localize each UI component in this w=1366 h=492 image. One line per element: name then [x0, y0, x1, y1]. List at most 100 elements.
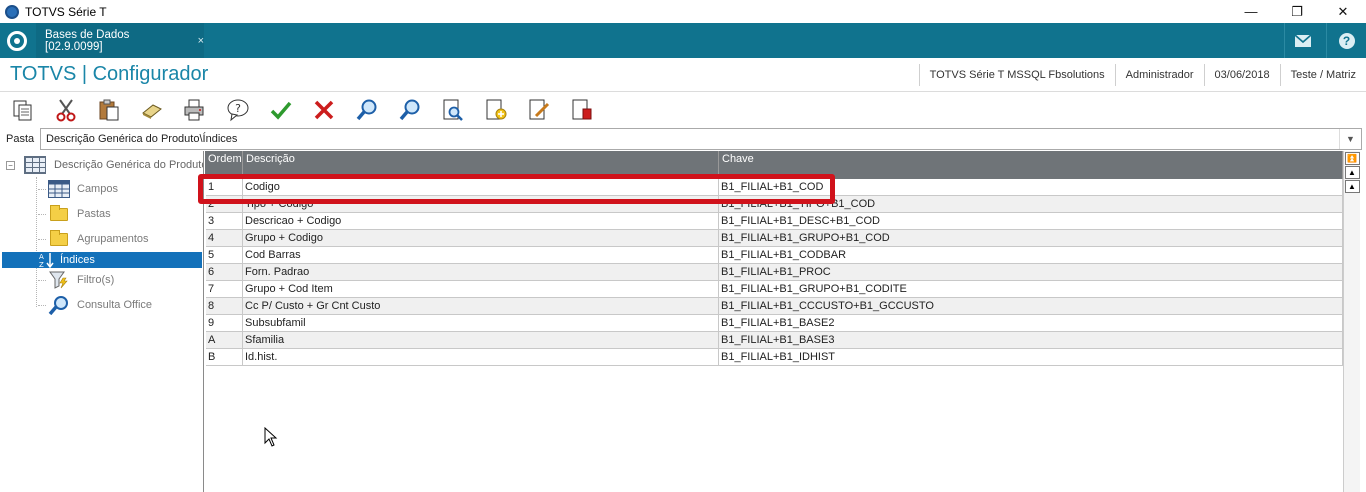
paste-icon	[99, 99, 119, 120]
edit-button[interactable]	[526, 97, 552, 123]
cut-icon	[56, 98, 76, 121]
minimize-button[interactable]: —	[1228, 0, 1274, 23]
tree-item-filtros[interactable]: Filtro(s)	[38, 269, 114, 291]
mouse-cursor-icon	[264, 427, 278, 447]
search-icon	[48, 295, 70, 315]
tree-item-label: Filtro(s)	[77, 274, 115, 286]
tree-connector-dash	[38, 238, 46, 240]
cell-descricao: Cc P/ Custo + Gr Cnt Custo	[243, 298, 719, 314]
cell-descricao: Cod Barras	[243, 247, 719, 263]
cell-descricao: Grupo + Codigo	[243, 230, 719, 246]
cell-chave: B1_FILIAL+B1_DESC+B1_COD	[719, 213, 1343, 229]
cancel-button[interactable]	[311, 97, 337, 123]
pasta-path-field[interactable]: Descrição Genérica do Produto\Índices ▼	[40, 128, 1362, 150]
tree-connector	[36, 177, 37, 307]
window-title: TOTVS Série T	[25, 4, 107, 19]
chevron-down-icon[interactable]: ▼	[1339, 129, 1361, 149]
eraser-button[interactable]	[139, 97, 165, 123]
cell-descricao: Id.hist.	[243, 349, 719, 365]
scroll-top-icon[interactable]: ⏫	[1344, 152, 1360, 165]
cell-chave: B1_FILIAL+B1_CCCUSTO+B1_GCCUSTO	[719, 298, 1343, 314]
tree-item-label: Agrupamentos	[77, 233, 149, 245]
delete-button[interactable]	[569, 97, 595, 123]
date-label: 03/06/2018	[1203, 64, 1280, 86]
tree-item-pastas[interactable]: Pastas	[38, 203, 111, 225]
user-label: Administrador	[1114, 64, 1204, 86]
help-button[interactable]: ?	[1326, 23, 1366, 58]
search-button[interactable]	[354, 97, 380, 123]
cell-ordem: 5	[206, 247, 243, 263]
cell-ordem: 4	[206, 230, 243, 246]
print-button[interactable]	[182, 97, 208, 123]
help-toolbar-button[interactable]: ?	[225, 97, 251, 123]
cell-chave: B1_FILIAL+B1_IDHIST	[719, 349, 1343, 365]
tree-root[interactable]: − Descrição Genérica do Produto	[6, 156, 203, 174]
scroll-up-icon[interactable]: ▲	[1344, 180, 1360, 193]
tree-item-consulta-office[interactable]: Consulta Office	[38, 294, 152, 316]
session-info: TOTVS Série T MSSQL Fbsolutions Administ…	[918, 64, 1366, 86]
copy-button[interactable]	[10, 97, 36, 123]
table-row[interactable]: 3 Descricao + Codigo B1_FILIAL+B1_DESC+B1_…	[206, 213, 1343, 230]
table-row[interactable]: 9 Subsubfamil B1_FILIAL+B1_BASE2	[206, 315, 1343, 332]
collapse-icon[interactable]: −	[6, 160, 15, 170]
confirm-button[interactable]	[268, 97, 294, 123]
table-row[interactable]: 7 Grupo + Cod Item B1_FILIAL+B1_GRUPO+B1_C…	[206, 281, 1343, 298]
toolbar: ?	[0, 92, 1366, 127]
filter-icon	[48, 270, 70, 290]
grid-scrollbar[interactable]: ⏫ ▲ ▲	[1343, 151, 1360, 492]
preview-button[interactable]	[440, 97, 466, 123]
scroll-page-up-icon[interactable]: ▲	[1344, 166, 1360, 179]
cut-button[interactable]	[53, 97, 79, 123]
table-row[interactable]: A Sfamilia B1_FILIAL+B1_BASE3	[206, 332, 1343, 349]
tree-connector-dash	[38, 304, 46, 306]
table-row[interactable]: 8 Cc P/ Custo + Gr Cnt Custo B1_FILIAL+B1_…	[206, 298, 1343, 315]
cell-ordem: 6	[206, 264, 243, 280]
sort-az-icon: AZ	[38, 250, 56, 270]
close-window-button[interactable]: ✕	[1320, 0, 1366, 23]
table-row[interactable]: 5 Cod Barras B1_FILIAL+B1_CODBAR	[206, 247, 1343, 264]
help-bubble-icon: ?	[227, 99, 249, 121]
pasta-label: Pasta	[6, 133, 35, 145]
branch-label[interactable]: Teste / Matriz	[1279, 64, 1366, 86]
tree-item-label: Índices	[60, 254, 95, 266]
table-row[interactable]: 6 Forn. Padrao B1_FILIAL+B1_PROC	[206, 264, 1343, 281]
svg-text:A: A	[39, 253, 44, 261]
tree-item-label: Consulta Office	[77, 299, 153, 311]
cell-ordem: A	[206, 332, 243, 348]
cell-ordem: 9	[206, 315, 243, 331]
checkmark-icon	[270, 101, 292, 120]
table-row[interactable]: B Id.hist. B1_FILIAL+B1_IDHIST	[206, 349, 1343, 366]
cell-ordem: B	[206, 349, 243, 365]
tab-bases-de-dados[interactable]: Bases de Dados [02.9.0099] ×	[36, 23, 204, 58]
totvs-logo-icon[interactable]	[7, 31, 27, 51]
cell-chave: B1_FILIAL+B1_BASE3	[719, 332, 1343, 348]
tree-item-agrupamentos[interactable]: Agrupamentos	[38, 228, 149, 250]
cancel-x-icon	[314, 100, 334, 119]
tree-connector-dash	[38, 188, 46, 190]
folder-icon	[50, 229, 68, 246]
table-row[interactable]: 4 Grupo + Codigo B1_FILIAL+B1_GRUPO+B1_COD	[206, 230, 1343, 247]
mail-button[interactable]	[1284, 23, 1320, 58]
cell-descricao: Grupo + Cod Item	[243, 281, 719, 297]
paste-button[interactable]	[96, 97, 122, 123]
search-icon	[356, 99, 377, 120]
cell-chave: B1_FILIAL+B1_BASE2	[719, 315, 1343, 331]
grid-rows: 1 Codigo B1_FILIAL+B1_COD 2 Tipo + Codigo B1…	[206, 179, 1343, 366]
mail-icon	[1294, 34, 1311, 47]
new-button[interactable]	[483, 97, 509, 123]
restore-button[interactable]: ❐	[1274, 0, 1320, 23]
tab-close-icon[interactable]: ×	[198, 35, 204, 47]
environment-label: TOTVS Série T MSSQL Fbsolutions	[918, 64, 1115, 86]
help-icon: ?	[1338, 32, 1355, 49]
cell-ordem: 8	[206, 298, 243, 314]
search-next-button[interactable]	[397, 97, 423, 123]
cell-descricao: Subsubfamil	[243, 315, 719, 331]
totvs-app-icon	[5, 4, 19, 19]
tree-item-campos[interactable]: Campos	[38, 178, 118, 200]
cell-descricao: Descricao + Codigo	[243, 213, 719, 229]
tree-item-indices[interactable]: AZ Índices	[2, 252, 202, 268]
cell-chave: B1_FILIAL+B1_PROC	[719, 264, 1343, 280]
folder-icon	[50, 204, 68, 221]
copy-icon	[13, 100, 32, 120]
search-next-icon	[399, 99, 420, 120]
